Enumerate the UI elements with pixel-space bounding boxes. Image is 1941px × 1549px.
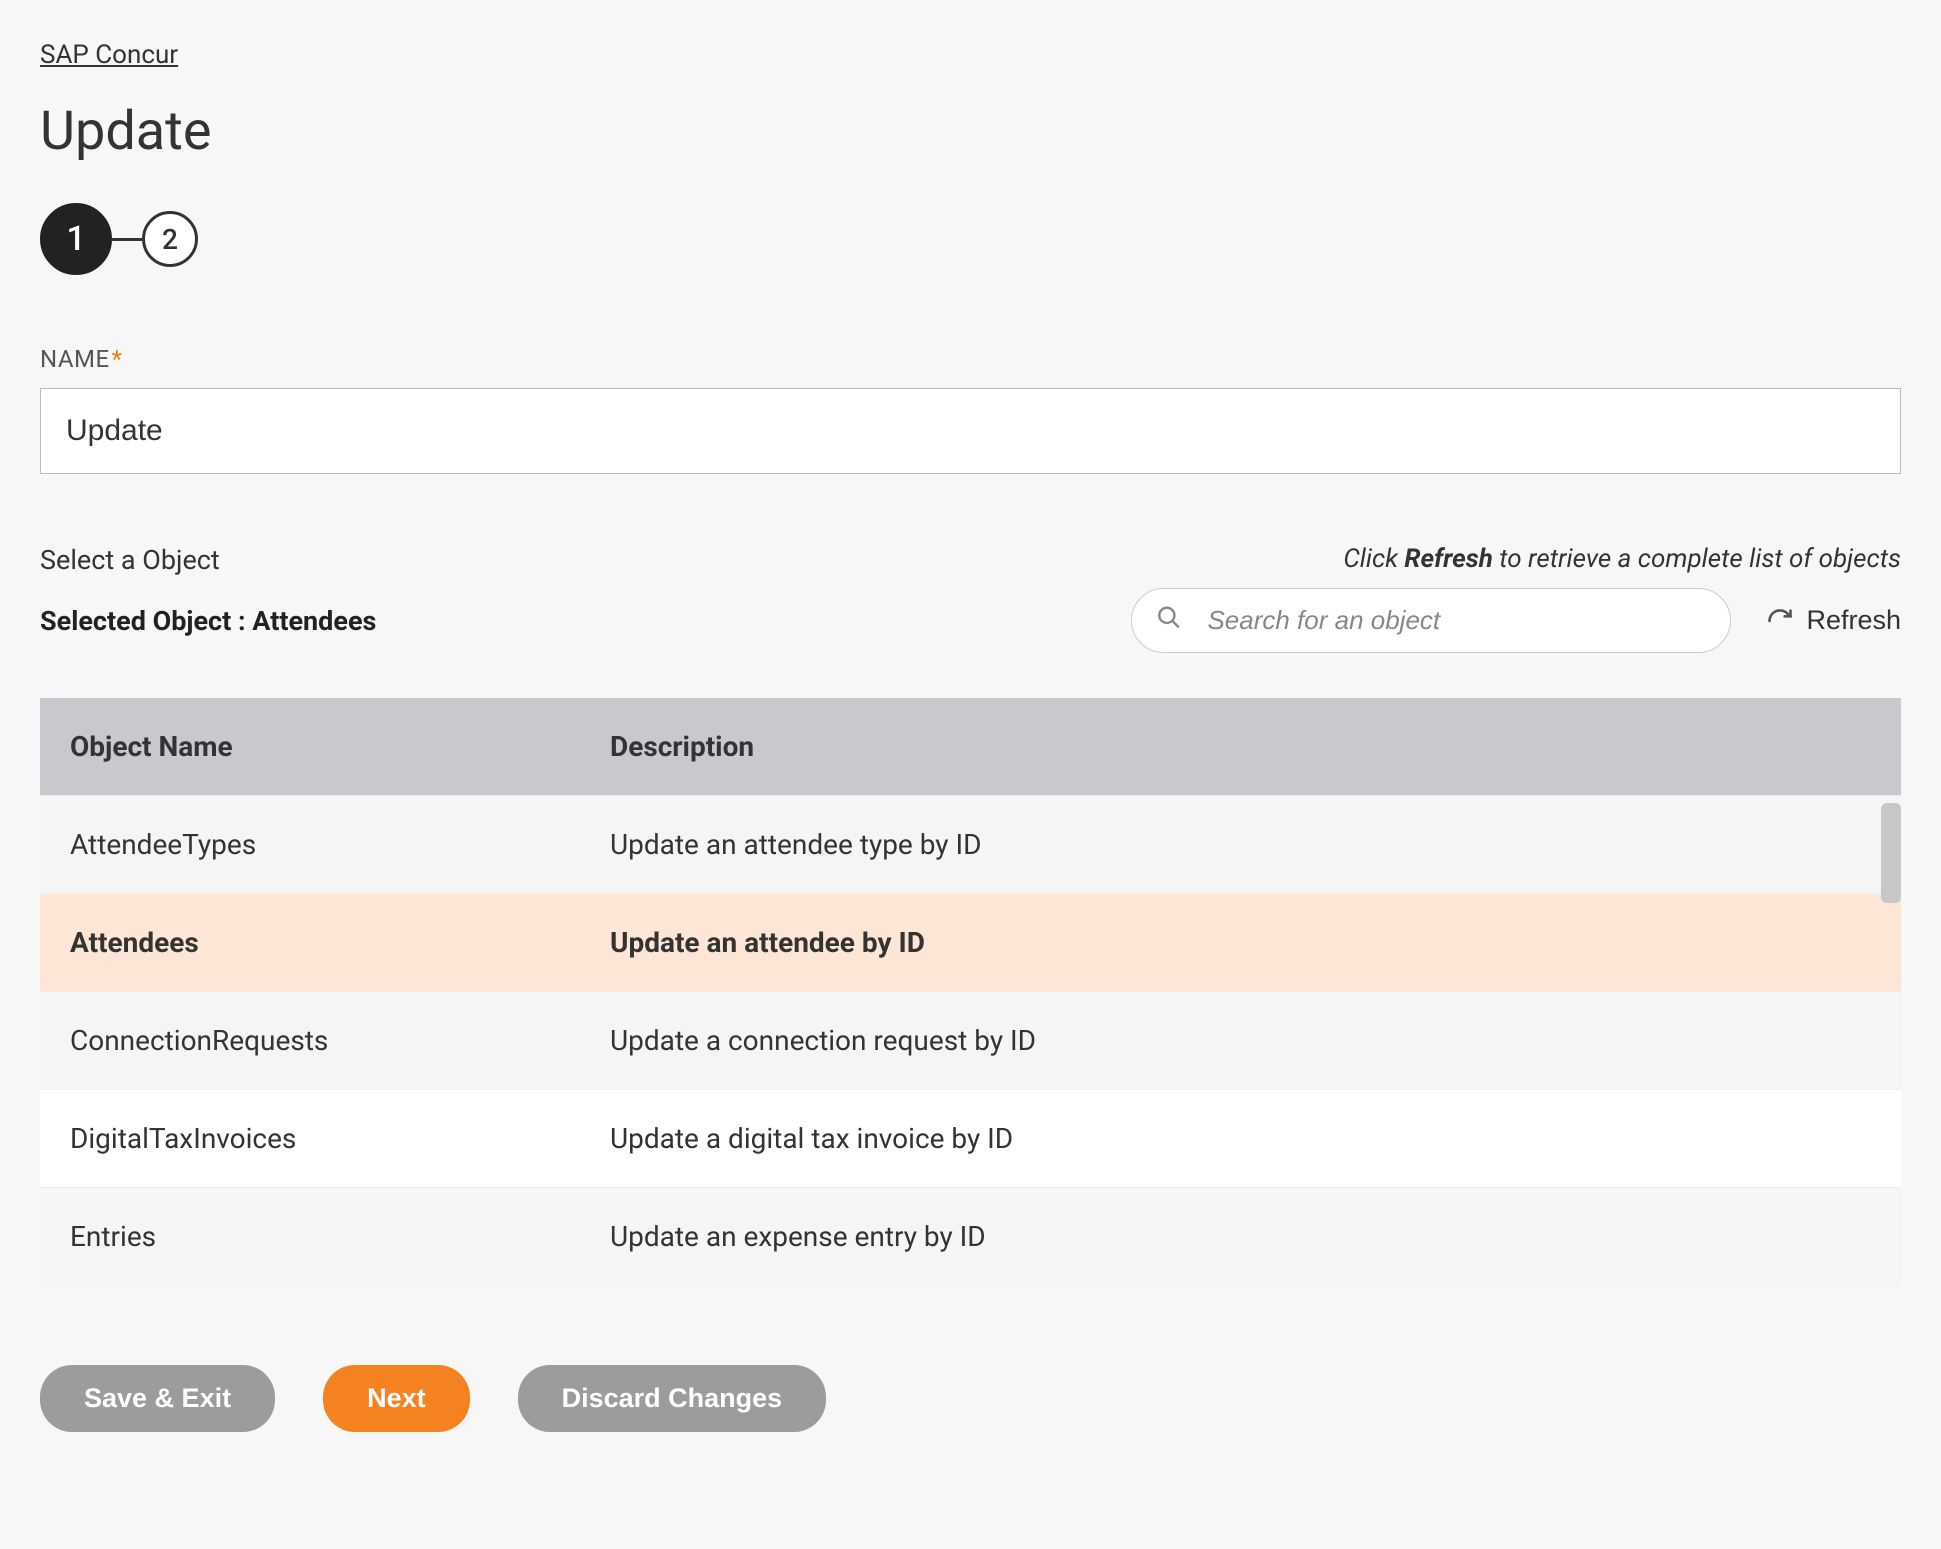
refresh-hint-prefix: Click [1343,544,1404,574]
refresh-button-label: Refresh [1806,605,1901,636]
cell-object-name: ConnectionRequests [40,992,580,1090]
object-search-input[interactable] [1131,588,1731,653]
table-row[interactable]: Entries Update an expense entry by ID [40,1188,1901,1286]
table-row[interactable]: DigitalTaxInvoices Update a digital tax … [40,1090,1901,1188]
selected-object: Selected Object : Attendees [40,605,376,637]
cell-object-desc: Update an attendee by ID [580,894,1901,992]
cell-object-name: Attendees [40,894,580,992]
refresh-hint-bold: Refresh [1404,544,1493,574]
cell-object-desc: Update an expense entry by ID [580,1188,1901,1286]
refresh-hint: Click Refresh to retrieve a complete lis… [1343,544,1901,574]
next-button[interactable]: Next [323,1365,470,1432]
table-row[interactable]: AttendeeTypes Update an attendee type by… [40,796,1901,894]
name-label: NAME* [40,345,1901,373]
col-header-name[interactable]: Object Name [40,698,580,796]
select-object-label: Select a Object [40,544,220,576]
footer-actions: Save & Exit Next Discard Changes [40,1365,1901,1432]
search-wrapper [1131,588,1731,653]
name-input[interactable] [40,388,1901,474]
selected-object-value: Attendees [252,605,376,637]
selected-object-prefix: Selected Object : [40,605,252,637]
cell-object-name: AttendeeTypes [40,796,580,894]
col-header-desc[interactable]: Description [580,698,1901,796]
scrollbar-thumb[interactable] [1881,803,1901,903]
step-connector [112,238,142,241]
cell-object-desc: Update a digital tax invoice by ID [580,1090,1901,1188]
refresh-icon [1766,607,1794,635]
table-row[interactable]: ConnectionRequests Update a connection r… [40,992,1901,1090]
discard-button[interactable]: Discard Changes [518,1365,827,1432]
search-icon [1156,604,1182,637]
save-exit-button[interactable]: Save & Exit [40,1365,275,1432]
page-title: Update [40,100,1901,163]
object-table-wrap: Object Name Description AttendeeTypes Up… [40,698,1901,1285]
step-2[interactable]: 2 [142,211,198,267]
required-indicator: * [112,345,123,373]
cell-object-desc: Update a connection request by ID [580,992,1901,1090]
cell-object-name: DigitalTaxInvoices [40,1090,580,1188]
name-label-text: NAME [40,345,110,373]
step-1[interactable]: 1 [40,203,112,275]
cell-object-name: Entries [40,1188,580,1286]
object-table: Object Name Description AttendeeTypes Up… [40,698,1901,1285]
table-row-selected[interactable]: Attendees Update an attendee by ID [40,894,1901,992]
refresh-button[interactable]: Refresh [1766,605,1901,636]
cell-object-desc: Update an attendee type by ID [580,796,1901,894]
wizard-stepper: 1 2 [40,203,1901,275]
refresh-hint-suffix: to retrieve a complete list of objects [1493,544,1901,574]
breadcrumb-link[interactable]: SAP Concur [40,40,178,70]
